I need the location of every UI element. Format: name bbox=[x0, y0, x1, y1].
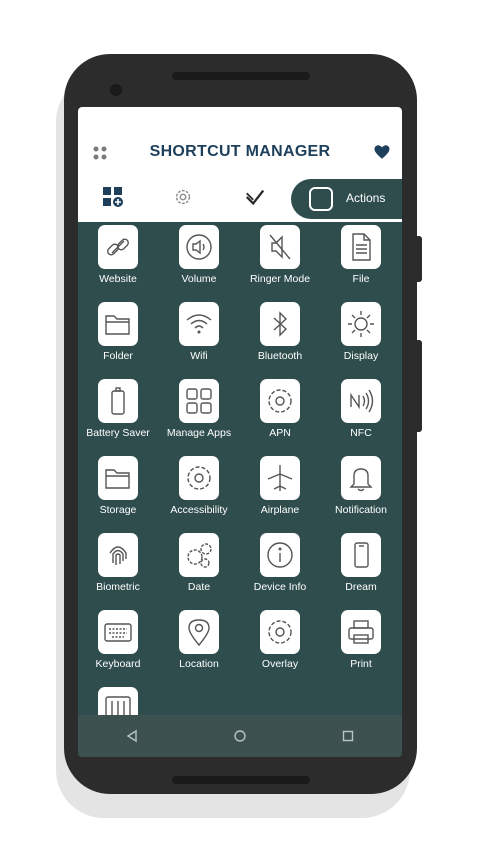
bell-icon bbox=[341, 456, 381, 500]
shortcut-location[interactable]: Location bbox=[159, 610, 239, 670]
earpiece-speaker bbox=[172, 72, 310, 80]
shortcut-bluetooth[interactable]: Bluetooth bbox=[240, 302, 320, 362]
tab-actions[interactable]: Actions bbox=[291, 179, 402, 219]
shortcut-label: Device Info bbox=[253, 581, 307, 593]
home-circle-icon[interactable] bbox=[233, 729, 247, 743]
power-button bbox=[416, 340, 422, 432]
wifi-icon bbox=[179, 302, 219, 346]
front-camera bbox=[110, 84, 122, 96]
shortcut-label: Airplane bbox=[260, 504, 300, 516]
shortcut-label: Volume bbox=[181, 273, 217, 285]
speaker-muted-icon bbox=[260, 225, 300, 269]
airplane-icon bbox=[260, 456, 300, 500]
shortcut-label: NFC bbox=[350, 427, 372, 439]
four-squares-icon bbox=[179, 379, 219, 423]
info-icon bbox=[260, 533, 300, 577]
shortcut-label: Location bbox=[179, 658, 219, 670]
system-navbar bbox=[78, 715, 402, 757]
shortcut-notification[interactable]: Notification bbox=[321, 456, 401, 516]
shortcut-label: Battery Saver bbox=[86, 427, 150, 439]
nfc-icon bbox=[341, 379, 381, 423]
phone-icon bbox=[341, 533, 381, 577]
actions-icon bbox=[309, 187, 333, 211]
tab-actions-label: Actions bbox=[346, 191, 386, 205]
printer-icon bbox=[341, 610, 381, 654]
settings-gear-icon bbox=[175, 189, 191, 205]
shortcut-manage-apps[interactable]: Manage Apps bbox=[159, 379, 239, 439]
shortcut-label: Ringer Mode bbox=[249, 273, 311, 285]
shortcut-label: Overlay bbox=[261, 658, 299, 670]
volume-button bbox=[416, 236, 422, 282]
shortcut-label: Biometric bbox=[96, 581, 140, 593]
speaker-icon bbox=[179, 225, 219, 269]
shortcut-display[interactable]: Display bbox=[321, 302, 401, 362]
shortcut-storage[interactable]: Storage bbox=[78, 456, 158, 516]
recents-square-icon[interactable] bbox=[341, 729, 355, 743]
tab-settings[interactable] bbox=[172, 177, 194, 217]
shortcut-overlay[interactable]: Overlay bbox=[240, 610, 320, 670]
shortcut-label: Bluetooth bbox=[257, 350, 303, 362]
shortcut-folder[interactable]: Folder bbox=[78, 302, 158, 362]
app-header: SHORTCUT MANAGER Actions bbox=[78, 107, 402, 222]
location-pin-icon bbox=[179, 610, 219, 654]
shortcut-accessibility[interactable]: Accessibility bbox=[159, 456, 239, 516]
shortcut-label: Dream bbox=[345, 581, 377, 593]
shortcut-label: Manage Apps bbox=[166, 427, 232, 439]
shortcut-label: Website bbox=[99, 273, 137, 285]
storage-folder-icon bbox=[98, 456, 138, 500]
shortcut-label: Keyboard bbox=[95, 658, 141, 670]
shortcut-file[interactable]: File bbox=[321, 225, 401, 285]
shortcut-label: Folder bbox=[103, 350, 133, 362]
shortcut-print[interactable]: Print bbox=[321, 610, 401, 670]
shortcut-label: File bbox=[352, 273, 370, 285]
shortcut-volume[interactable]: Volume bbox=[159, 225, 239, 285]
gear-icon bbox=[260, 379, 300, 423]
shortcut-apn[interactable]: APN bbox=[240, 379, 320, 439]
shortcut-nfc[interactable]: NFC bbox=[321, 379, 401, 439]
app-title: SHORTCUT MANAGER bbox=[149, 143, 331, 160]
shortcut-wifi[interactable]: Wifi bbox=[159, 302, 239, 362]
shortcut-website[interactable]: Website bbox=[78, 225, 158, 285]
tab-layers[interactable] bbox=[244, 177, 266, 217]
bluetooth-icon bbox=[260, 302, 300, 346]
shortcut-biometric[interactable]: Biometric bbox=[78, 533, 158, 593]
gears-icon bbox=[179, 533, 219, 577]
app-grid-icon bbox=[103, 187, 123, 207]
accessibility-gear-icon bbox=[179, 456, 219, 500]
overlay-gear-icon bbox=[260, 610, 300, 654]
shortcut-label: Wifi bbox=[190, 350, 208, 362]
battery-icon bbox=[98, 379, 138, 423]
heart-icon[interactable] bbox=[373, 143, 391, 161]
document-icon bbox=[341, 225, 381, 269]
app-screen: SHORTCUT MANAGER Actions Website Volume … bbox=[78, 107, 402, 757]
link-icon bbox=[98, 225, 138, 269]
shortcut-label: Notification bbox=[335, 504, 387, 516]
shortcut-battery-saver[interactable]: Battery Saver bbox=[78, 379, 158, 439]
shortcut-date[interactable]: Date bbox=[159, 533, 239, 593]
layered-check-icon bbox=[245, 189, 265, 206]
shortcut-device-info[interactable]: Device Info bbox=[240, 533, 320, 593]
bottom-speaker bbox=[172, 776, 310, 784]
keyboard-icon bbox=[98, 610, 138, 654]
shortcut-airplane[interactable]: Airplane bbox=[240, 456, 320, 516]
back-triangle-icon[interactable] bbox=[125, 729, 139, 743]
shortcut-label: Storage bbox=[99, 504, 137, 516]
shortcut-ringer-mode[interactable]: Ringer Mode bbox=[240, 225, 320, 285]
shortcut-label: Display bbox=[343, 350, 379, 362]
shortcut-label: Print bbox=[350, 658, 372, 670]
folder-icon bbox=[98, 302, 138, 346]
shortcut-label: APN bbox=[269, 427, 291, 439]
shortcut-label: Date bbox=[187, 581, 211, 593]
sun-icon bbox=[341, 302, 381, 346]
shortcut-label: Accessibility bbox=[170, 504, 228, 516]
fingerprint-icon bbox=[98, 533, 138, 577]
shortcut-keyboard[interactable]: Keyboard bbox=[78, 610, 158, 670]
tab-app-grid[interactable] bbox=[102, 177, 124, 217]
shortcut-dream[interactable]: Dream bbox=[321, 533, 401, 593]
